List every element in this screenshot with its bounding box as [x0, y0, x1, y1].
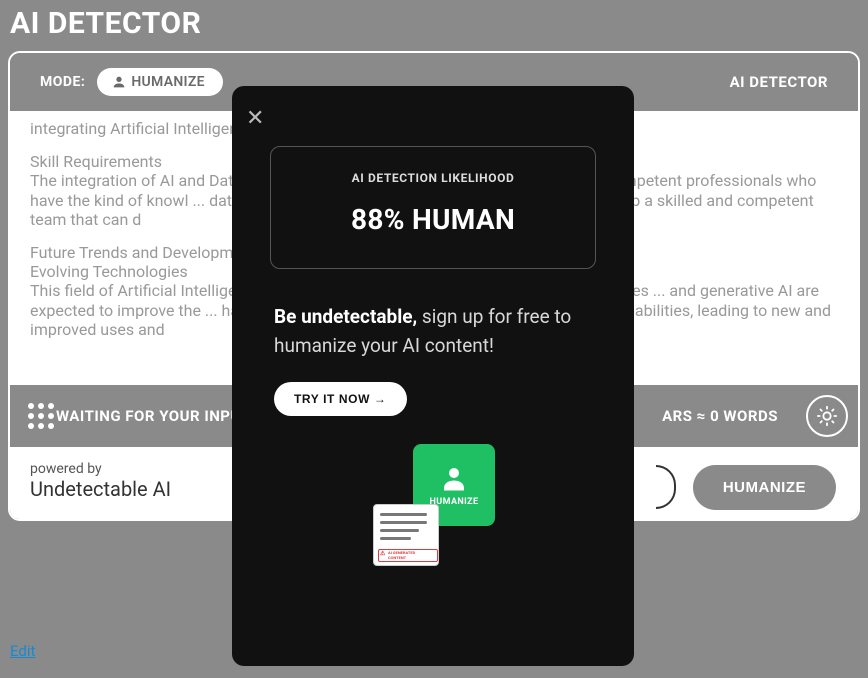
theme-toggle-button[interactable]	[806, 395, 848, 437]
ai-detector-tab[interactable]: AI DETECTOR	[730, 73, 828, 91]
humanize-button[interactable]: HUMANIZE	[693, 465, 836, 510]
document-icon: AI GENERATED CONTENT	[373, 504, 439, 566]
try-it-now-button[interactable]: TRY IT NOW →	[274, 382, 407, 416]
word-count: ARS ≈ 0 WORDS	[662, 407, 778, 425]
result-value: 88% HUMAN	[281, 203, 585, 236]
cta-block: Be undetectable, sign up for free to hum…	[250, 269, 616, 416]
mode-label: MODE:	[40, 74, 85, 90]
close-icon[interactable]: ✕	[246, 108, 264, 130]
result-modal: ✕ AI DETECTION LIKELIHOOD 88% HUMAN Be u…	[232, 86, 634, 666]
user-icon	[111, 74, 127, 90]
result-box: AI DETECTION LIKELIHOOD 88% HUMAN	[270, 146, 596, 269]
mode-humanize-pill[interactable]: HUMANIZE	[97, 68, 223, 96]
powered-by-label: powered by	[30, 461, 171, 477]
cta-text: Be undetectable, sign up for free to hum…	[274, 303, 592, 360]
loading-dots-icon	[28, 403, 54, 429]
status-text: WAITING FOR YOUR INPUT	[56, 407, 251, 425]
ai-generated-badge: AI GENERATED CONTENT	[378, 549, 438, 562]
modal-illustration: HUMANIZE AI GENERATED CONTENT	[333, 444, 533, 574]
brand-name: Undetectable AI	[30, 477, 171, 501]
mode-humanize-label: HUMANIZE	[131, 74, 205, 90]
edit-link[interactable]: Edit	[10, 642, 35, 660]
secondary-button-edge[interactable]	[656, 465, 676, 509]
user-icon	[439, 463, 469, 493]
result-label: AI DETECTION LIKELIHOOD	[281, 171, 585, 185]
page-title: AI DETECTOR	[0, 0, 868, 51]
sun-icon	[816, 405, 838, 427]
